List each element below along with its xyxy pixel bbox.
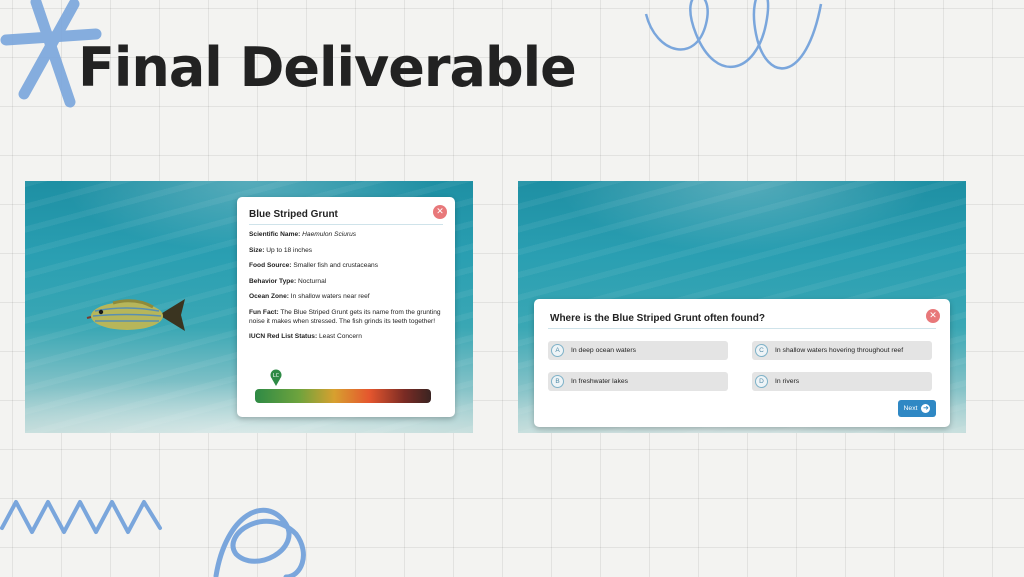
fact-value: Smaller fish and crustaceans [293,262,379,270]
fact-ocean-zone: Ocean Zone: In shallow waters near reef [249,293,443,302]
quiz-question: Where is the Blue Striped Grunt often fo… [548,311,936,329]
option-letter: C [755,344,768,357]
fact-behavior-type: Behavior Type: Nocturnal [249,278,443,287]
quiz-screen: ✕ Where is the Blue Striped Grunt often … [518,181,966,433]
fact-label: Size: [249,246,265,254]
info-screen: ✕ Blue Striped Grunt Scientific Name: Ha… [25,181,473,433]
fact-label: Fun Fact: [249,308,279,316]
fact-value: Least Concern [318,333,362,341]
next-label: Next [903,405,918,412]
option-text: In freshwater lakes [571,378,629,385]
fish-illustration [86,299,185,331]
fact-size: Size: Up to 18 inches [249,247,443,256]
fact-value: Up to 18 inches [266,246,313,254]
fact-label: Ocean Zone: [249,293,289,301]
fact-value: Nocturnal [298,277,327,285]
fact-food-source: Food Source: Smaller fish and crustacean… [249,262,443,271]
option-letter: B [551,375,564,388]
next-button[interactable]: Next ➜ [898,400,936,417]
fact-label: Scientific Name: [249,231,301,238]
fact-scientific-name: Scientific Name: Haemulon Sciurus [249,231,443,240]
answer-option-d[interactable]: D In rivers [752,372,932,391]
card-title: Blue Striped Grunt [249,209,443,225]
fact-fun-fact: Fun Fact: The Blue Striped Grunt gets it… [249,309,443,326]
fact-label: IUCN Red List Status: [249,333,318,341]
option-text: In rivers [775,378,800,385]
quiz-card: ✕ Where is the Blue Striped Grunt often … [534,299,950,427]
status-marker-label: LC [273,373,280,379]
slide-title: Final Deliverable [78,36,577,99]
fact-value: In shallow waters near reef [290,293,370,301]
answer-option-a[interactable]: A In deep ocean waters [548,341,728,360]
scribble-doodle-icon [636,0,836,84]
status-marker-icon: LC [270,369,282,386]
wave-doodle-icon [0,488,176,548]
close-icon[interactable]: ✕ [433,205,447,219]
option-text: In deep ocean waters [571,347,636,354]
option-text: In shallow waters hovering throughout re… [775,347,904,354]
fact-iucn-status: IUCN Red List Status: Least Concern [249,333,443,342]
answer-options: A In deep ocean waters C In shallow wate… [548,341,936,391]
status-gradient-bar [255,389,431,403]
answer-option-b[interactable]: B In freshwater lakes [548,372,728,391]
option-letter: D [755,375,768,388]
answer-option-c[interactable]: C In shallow waters hovering throughout … [752,341,932,360]
coil-doodle-icon [206,494,316,577]
fact-label: Behavior Type: [249,277,297,285]
option-letter: A [551,344,564,357]
arrow-right-icon: ➜ [921,404,931,413]
info-card: ✕ Blue Striped Grunt Scientific Name: Ha… [237,197,455,417]
close-icon[interactable]: ✕ [926,309,940,323]
fact-label: Food Source: [249,262,292,270]
fact-value: Haemulon Sciurus [302,231,357,238]
